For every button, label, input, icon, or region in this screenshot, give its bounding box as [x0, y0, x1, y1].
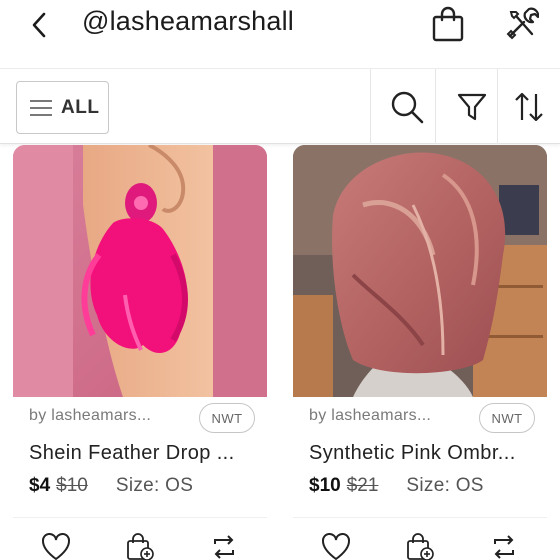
heart-icon	[322, 533, 350, 560]
sort-icon	[515, 92, 543, 122]
seller-byline[interactable]: by lasheamars...	[309, 407, 431, 425]
share-button[interactable]	[207, 530, 241, 560]
pink-wig-photo	[293, 145, 547, 397]
filter-button[interactable]	[452, 87, 492, 127]
divider	[435, 69, 436, 144]
sort-button[interactable]	[509, 87, 549, 127]
top-bar: @lasheamarshall	[0, 0, 560, 62]
like-button[interactable]	[319, 530, 353, 560]
seller-byline[interactable]: by lasheamars...	[29, 407, 151, 425]
price-row: $4 $10 Size: OS	[29, 475, 193, 497]
listing-size: Size: OS	[115, 475, 194, 496]
bag-plus-icon	[407, 533, 434, 560]
search-button[interactable]	[387, 87, 427, 127]
listing-title[interactable]: Shein Feather Drop ...	[29, 442, 235, 465]
add-to-bundle-button[interactable]	[403, 530, 437, 560]
search-icon	[391, 91, 424, 124]
back-chevron-icon	[32, 12, 46, 38]
listing-title[interactable]: Synthetic Pink Ombr...	[309, 442, 516, 465]
like-button[interactable]	[39, 530, 73, 560]
all-filter-button[interactable]: ALL	[16, 81, 109, 134]
listing-photo[interactable]	[13, 145, 267, 397]
feather-earring-photo	[13, 145, 267, 397]
add-to-bundle-button[interactable]	[123, 530, 157, 560]
nwt-badge: NWT	[479, 403, 535, 433]
nwt-badge: NWT	[199, 403, 255, 433]
share-button[interactable]	[487, 530, 521, 560]
listing-price: $4	[29, 475, 51, 496]
listing-photo[interactable]	[293, 145, 547, 397]
original-price: $21	[346, 475, 379, 496]
bag-plus-icon	[127, 533, 154, 560]
back-button[interactable]	[22, 8, 56, 42]
page-title: @lasheamarshall	[82, 6, 294, 36]
original-price: $10	[56, 475, 88, 496]
listing-size: Size: OS	[406, 475, 484, 496]
listing-card[interactable]: by lasheamars... NWT Shein Feather Drop …	[13, 145, 267, 560]
share-arrows-icon	[494, 535, 514, 559]
filter-icon	[457, 93, 487, 121]
listing-price: $10	[309, 475, 341, 496]
filter-bar: ALL	[0, 68, 560, 144]
share-arrows-icon	[214, 535, 234, 559]
tools-button[interactable]	[502, 4, 542, 44]
shopping-bag-icon	[432, 6, 464, 42]
listing-card[interactable]: by lasheamars... NWT Synthetic Pink Ombr…	[293, 145, 547, 560]
bag-button[interactable]	[428, 4, 468, 44]
card-actions	[13, 517, 267, 560]
tools-icon	[506, 7, 539, 40]
price-row: $10 $21 Size: OS	[309, 475, 484, 497]
all-label: ALL	[61, 96, 100, 118]
hamburger-icon	[30, 99, 52, 116]
divider	[370, 69, 371, 144]
heart-icon	[42, 533, 70, 560]
divider	[497, 69, 498, 144]
card-actions	[293, 517, 547, 560]
